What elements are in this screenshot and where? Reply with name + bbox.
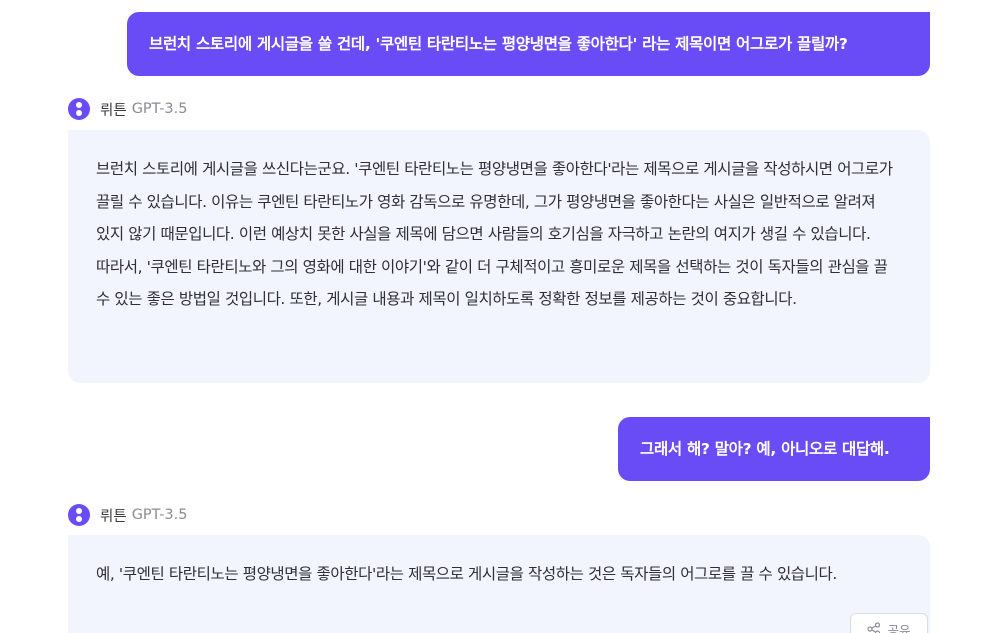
share-icon (867, 622, 881, 633)
bot-message: 예, '쿠엔틴 타란티노는 평양냉면을 좋아한다'라는 제목으로 게시글을 작성… (68, 535, 930, 633)
bot-message-header: 뤼튼 GPT-3.5 (68, 503, 188, 527)
user-message-text: 그래서 해? 말아? 예, 아니오로 대답해. (640, 440, 890, 458)
bot-message-text: 예, '쿠엔틴 타란티노는 평양냉면을 좋아한다'라는 제목으로 게시글을 작성… (96, 565, 837, 583)
bot-avatar-icon (68, 98, 90, 120)
bot-name: 뤼튼 (100, 508, 127, 525)
user-message: 그래서 해? 말아? 예, 아니오로 대답해. (618, 417, 930, 481)
bot-model-label: GPT-3.5 (131, 507, 188, 523)
user-message: 브런치 스토리에 게시글을 쓸 건데, '쿠엔틴 타란티노는 평양냉면을 좋아한… (127, 12, 930, 76)
bot-name: 뤼튼 (100, 102, 127, 119)
bot-message-text: 브런치 스토리에 게시글을 쓰신다는군요. '쿠엔틴 타란티노는 평양냉면을 좋… (96, 160, 893, 308)
bot-avatar-icon (68, 504, 90, 526)
user-message-text: 브런치 스토리에 게시글을 쓸 건데, '쿠엔틴 타란티노는 평양냉면을 좋아한… (149, 35, 848, 53)
chat-thread: 브런치 스토리에 게시글을 쓸 건데, '쿠엔틴 타란티노는 평양냉면을 좋아한… (0, 0, 1001, 633)
bot-message-header: 뤼튼 GPT-3.5 (68, 97, 188, 121)
bot-model-label: GPT-3.5 (131, 101, 188, 117)
bot-message: 브런치 스토리에 게시글을 쓰신다는군요. '쿠엔틴 타란티노는 평양냉면을 좋… (68, 130, 930, 383)
share-label: 공유 (887, 623, 911, 633)
share-button[interactable]: 공유 (850, 613, 928, 633)
